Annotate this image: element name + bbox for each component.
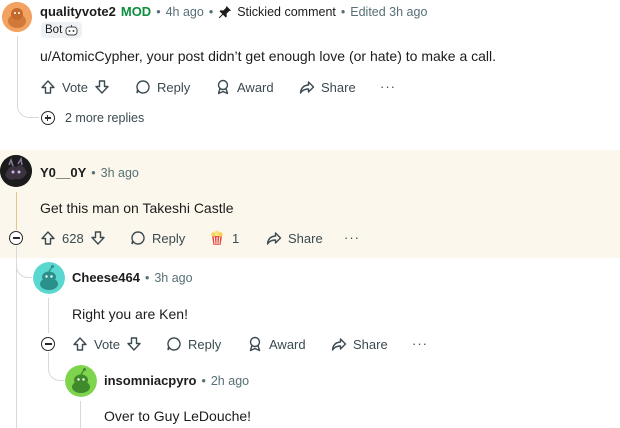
stickied-label: Stickied comment (237, 4, 336, 19)
reply-icon (135, 79, 151, 95)
snoo-avatar-icon (65, 365, 97, 397)
collapse-thread-icon[interactable] (41, 337, 55, 351)
award-icon (215, 79, 231, 95)
thread-curve (17, 96, 39, 118)
downvote-icon[interactable] (126, 336, 142, 352)
username[interactable]: qualityvote2 (40, 4, 116, 19)
share-icon (331, 336, 347, 352)
upvote-icon[interactable] (40, 79, 56, 95)
award-button[interactable]: Award (247, 334, 306, 354)
thread-line (17, 36, 18, 100)
award-label: Award (237, 79, 274, 95)
timestamp[interactable]: 2h ago (211, 374, 249, 388)
share-label: Share (353, 336, 388, 352)
downvote-icon[interactable] (94, 79, 110, 95)
flair-label: Bot (45, 24, 63, 36)
reply-icon (130, 230, 146, 246)
share-button[interactable]: Share (266, 228, 323, 248)
comment-header: Y0__0Y • 3h ago (40, 165, 139, 180)
overflow-menu-icon[interactable]: ··· (380, 79, 396, 94)
upvote-icon[interactable] (40, 230, 56, 246)
mod-badge: MOD (120, 4, 152, 19)
reply-label: Reply (188, 336, 222, 352)
avatar[interactable] (0, 155, 32, 187)
reply-button[interactable]: Reply (130, 228, 185, 248)
sep: • (208, 4, 214, 19)
comment-body: Get this man on Takeshi Castle (40, 200, 234, 216)
award-label: Award (269, 336, 306, 352)
thread-curve (48, 364, 64, 381)
thread-line (80, 401, 81, 428)
timestamp[interactable]: 4h ago (166, 5, 204, 19)
collapse-thread-icon[interactable] (9, 231, 23, 245)
reply-label: Reply (157, 79, 191, 95)
share-icon (299, 79, 315, 95)
share-button[interactable]: Share (331, 334, 388, 354)
bot-avatar-icon (2, 2, 32, 32)
award-button[interactable]: 1 (208, 228, 239, 248)
vote-label: Vote (94, 336, 121, 352)
sep: • (156, 4, 161, 19)
pin-icon (218, 5, 232, 19)
avatar[interactable] (2, 2, 32, 32)
overflow-menu-icon[interactable]: ··· (412, 336, 428, 351)
vote-controls: 628 (40, 228, 106, 248)
comment-header: insomniacpyro • 2h ago (104, 373, 249, 388)
overflow-menu-icon[interactable]: ··· (344, 230, 360, 245)
sep: • (340, 4, 346, 19)
popcorn-award-icon (208, 229, 226, 247)
expand-replies-icon[interactable] (41, 111, 55, 125)
reply-label: Reply (152, 230, 186, 246)
comment-body: Right you are Ken! (72, 306, 188, 322)
share-label: Share (288, 230, 323, 246)
user-flair: Bot (41, 22, 83, 38)
sep: • (91, 165, 96, 180)
comment-header: Cheese464 • 3h ago (72, 270, 193, 285)
username[interactable]: Cheese464 (72, 270, 140, 285)
comment-body: Over to Guy LeDouche! (104, 408, 252, 424)
reply-icon (166, 336, 182, 352)
award-button[interactable]: Award (215, 77, 274, 97)
thread-curve (16, 258, 32, 278)
avatar[interactable] (33, 262, 65, 294)
score: 628 (62, 230, 84, 246)
share-icon (266, 230, 282, 246)
comment-header: qualityvote2 MOD • 4h ago • Stickied com… (40, 4, 427, 19)
reply-button[interactable]: Reply (166, 334, 221, 354)
username[interactable]: insomniacpyro (104, 373, 196, 388)
downvote-icon[interactable] (90, 230, 106, 246)
award-count: 1 (232, 230, 240, 246)
robot-emoji-icon (65, 24, 78, 36)
vote-controls: Vote (40, 77, 110, 97)
thread-line (16, 192, 17, 230)
reply-button[interactable]: Reply (135, 77, 190, 97)
timestamp[interactable]: 3h ago (154, 271, 192, 285)
sep: • (144, 270, 150, 285)
edited-label: Edited 3h ago (350, 4, 428, 19)
vote-label: Vote (62, 79, 89, 95)
upvote-icon[interactable] (72, 336, 88, 352)
user-avatar-icon (0, 155, 32, 187)
thread-line (48, 298, 49, 333)
share-label: Share (321, 79, 356, 95)
sep: • (201, 373, 206, 388)
more-replies-link[interactable]: 2 more replies (65, 111, 144, 125)
timestamp[interactable]: 3h ago (101, 166, 139, 180)
vote-controls: Vote (72, 334, 142, 354)
username[interactable]: Y0__0Y (40, 165, 86, 180)
award-icon (247, 336, 263, 352)
snoo-avatar-icon (33, 262, 65, 294)
avatar[interactable] (65, 365, 97, 397)
thread-line (16, 246, 17, 428)
comment-body: u/AtomicCypher, your post didn’t get eno… (40, 48, 497, 64)
share-button[interactable]: Share (299, 77, 356, 97)
